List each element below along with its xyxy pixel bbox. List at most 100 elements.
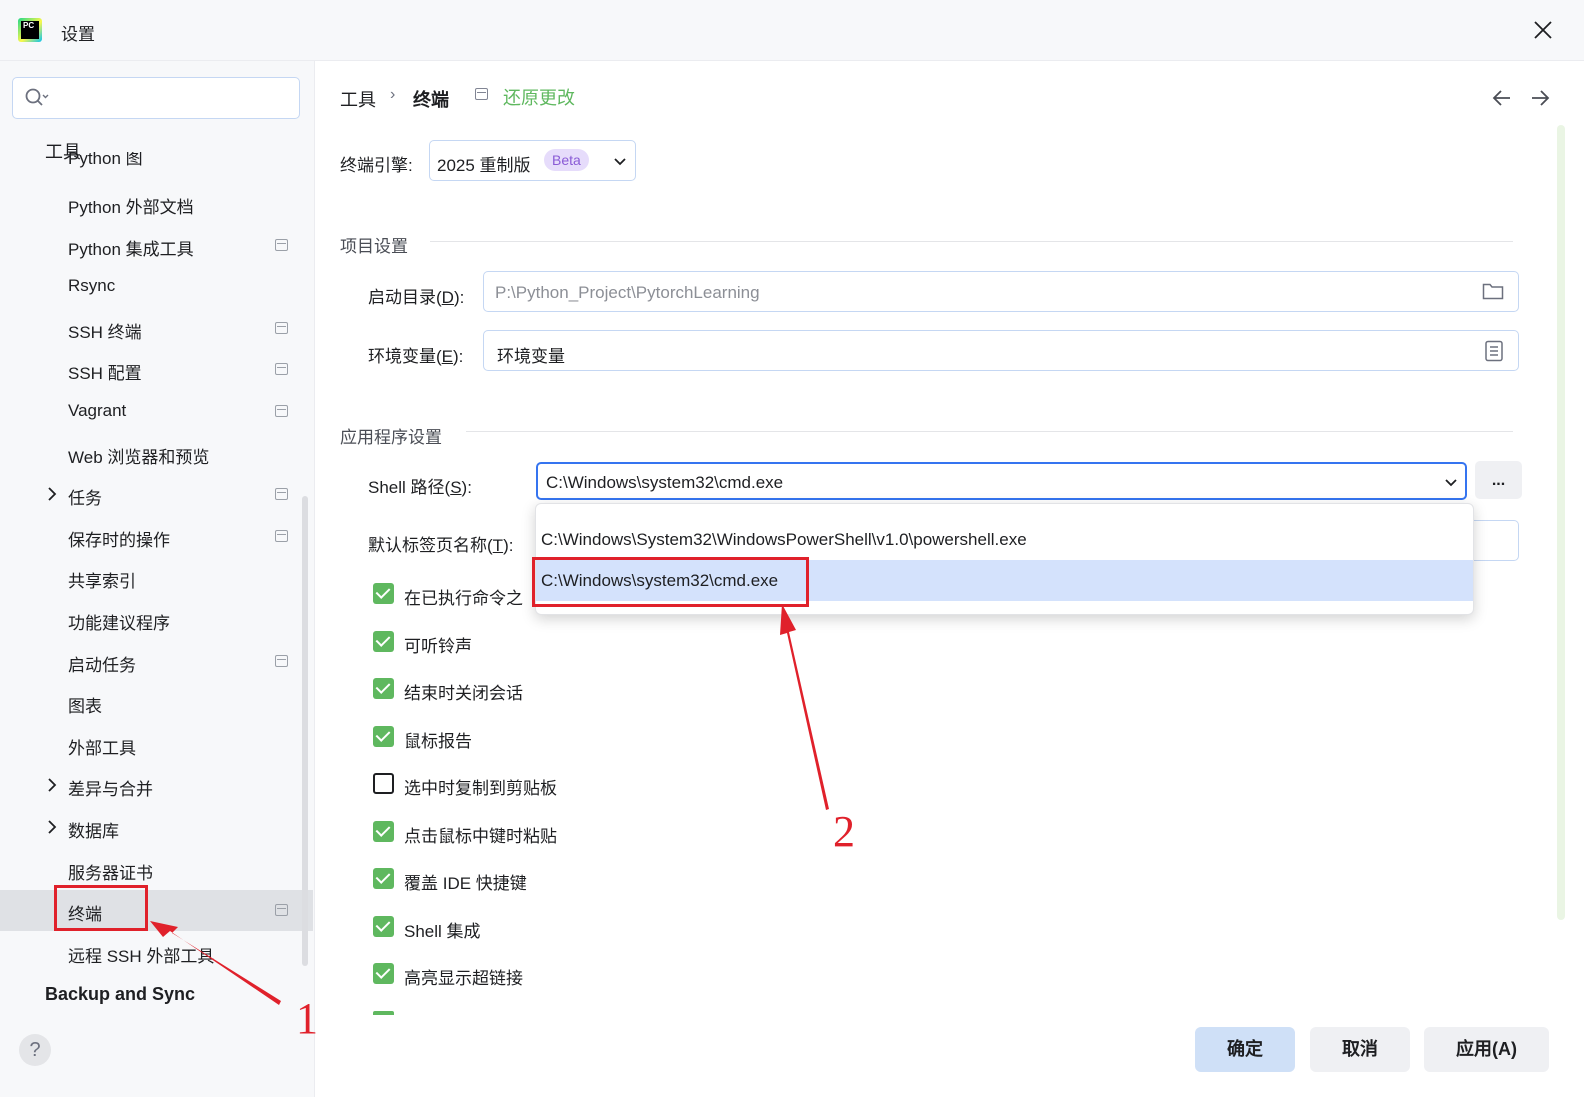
option-checkbox-label[interactable]: 覆盖 IDE 快捷键 [404,869,527,894]
sidebar-item-database[interactable]: 数据库 [0,807,313,848]
env-vars-field[interactable] [483,330,1519,371]
option-checkbox[interactable] [373,916,394,937]
sidebar-item-tasks[interactable]: 任务 [0,474,313,515]
sidebar-item-diagrams[interactable]: 图表 [0,682,313,723]
sidebar-item-label: Vagrant [68,401,127,420]
sidebar-item-server-certificates[interactable]: 服务器证书 [0,849,313,890]
option-checkbox-label[interactable]: 选中时复制到剪贴板 [404,774,557,799]
project-level-icon [275,322,288,334]
breadcrumb-terminal: 终端 [413,90,449,110]
option-checkbox-label[interactable]: 高亮显示超链接 [404,964,523,989]
breadcrumb-tools[interactable]: 工具 [340,86,376,112]
sidebar-scrollbar[interactable] [302,496,308,966]
ok-button[interactable]: 确定 [1195,1027,1295,1072]
folder-icon[interactable] [1482,281,1504,306]
window-title: 设置 [61,25,95,44]
search-icon [24,86,50,108]
sidebar-item-remote-ssh-tools[interactable]: 远程 SSH 外部工具 [0,932,313,973]
option-checkbox[interactable] [373,631,394,652]
sidebar-item-label: SSH 终端 [68,323,142,342]
sidebar-item-startup-tasks[interactable]: 启动任务 [0,641,313,682]
sidebar-item-web-browsers[interactable]: Web 浏览器和预览 [0,433,313,474]
sidebar-item-label: Python 图 [68,152,143,168]
close-icon [1534,21,1552,39]
terminal-engine-value: 2025 重制版 [437,156,531,175]
sidebar-item-feature-suggester[interactable]: 功能建议程序 [0,599,313,640]
sidebar-item-ssh-configs[interactable]: SSH 配置 [0,349,313,390]
sidebar-item-label: SSH 配置 [68,364,142,383]
annotation-number-2: 2 [833,807,855,856]
browse-shell-button[interactable]: ... [1475,461,1522,499]
document-icon[interactable] [1484,340,1504,367]
sidebar-item-actions-on-save[interactable]: 保存时的操作 [0,516,313,557]
option-checkbox[interactable] [373,963,394,984]
sidebar-item-vagrant[interactable]: Vagrant [0,391,313,432]
chevron-right-icon[interactable] [44,777,60,793]
sidebar-item-external-tools[interactable]: 外部工具 [0,724,313,765]
option-checkbox[interactable] [373,773,394,794]
option-checkbox-label[interactable]: 可听铃声 [404,632,472,657]
option-checkbox-label[interactable]: 在已执行命令之 [404,584,523,609]
sidebar-item-label: 共享索引 [68,572,136,591]
dropdown-option-powershell[interactable]: C:\Windows\System32\WindowsPowerShell\v1… [536,519,1473,560]
sidebar-item-label: Rsync [68,276,116,295]
section-divider [466,431,1513,432]
content-scrollbar[interactable] [1557,125,1565,920]
section-divider [430,241,1513,242]
sidebar-item-label: 功能建议程序 [68,614,170,633]
option-label: C:\Windows\System32\WindowsPowerShell\v1… [541,530,1027,549]
project-level-icon [275,655,288,667]
sidebar-item-label: 任务 [68,489,102,508]
sidebar-item-label: 数据库 [68,822,119,841]
option-checkbox-label[interactable]: 鼠标报告 [404,727,472,752]
chevron-right-icon[interactable] [44,486,60,502]
project-level-icon [275,904,288,916]
option-checkbox-label[interactable]: 结束时关闭会话 [404,679,523,704]
pycharm-logo-icon: PC [18,18,42,42]
project-level-icon [275,239,288,251]
modified-indicator-icon [475,88,488,100]
shell-path-value: C:\Windows\system32\cmd.exe [546,473,784,492]
annotation-box-terminal [54,885,148,931]
sidebar-item-label: 保存时的操作 [68,531,170,550]
checkbox-partial[interactable] [373,1011,394,1015]
chevron-right-icon[interactable] [44,819,60,835]
option-checkbox[interactable] [373,726,394,747]
project-level-icon [275,530,288,542]
breadcrumb-separator: › [390,86,396,103]
sidebar-item-label: 外部工具 [68,739,136,758]
sidebar-item-python-docs[interactable]: Python 外部文档 [0,183,313,224]
sidebar-item-label: Python 外部文档 [68,198,194,217]
sidebar-item-terminal[interactable]: 终端 [0,890,313,931]
env-vars-value: 环境变量 [497,347,565,366]
option-checkbox[interactable] [373,821,394,842]
option-checkbox-label[interactable]: 点击鼠标中键时粘贴 [404,822,557,847]
option-checkbox[interactable] [373,868,394,889]
sidebar-item-diff-merge[interactable]: 差异与合并 [0,765,313,806]
help-button[interactable]: ? [19,1034,51,1066]
option-checkbox-label[interactable]: Shell 集成 [404,917,481,942]
option-checkbox[interactable] [373,583,394,604]
option-checkbox[interactable] [373,678,394,699]
close-button[interactable] [1528,15,1558,45]
chevron-down-icon [612,153,628,169]
sidebar-item-shared-indexes[interactable]: 共享索引 [0,557,313,598]
tab-name-label: 默认标签页名称(T): [368,536,514,555]
sidebar-item-python-integrated-tools[interactable]: Python 集成工具 [0,225,313,266]
sidebar-item-partial[interactable]: Python 图 [68,152,268,172]
project-settings-title: 项目设置 [340,237,408,256]
cancel-button[interactable]: 取消 [1310,1027,1410,1072]
title-bar [0,0,1584,61]
chevron-down-icon[interactable] [1443,474,1459,490]
apply-button[interactable]: 应用(A) [1424,1027,1549,1072]
forward-arrow-icon[interactable] [1528,86,1552,110]
sidebar-item-ssh-terminal[interactable]: SSH 终端 [0,308,313,349]
beta-badge: Beta [544,149,589,171]
sidebar-item-label: Web 浏览器和预览 [68,448,210,467]
settings-search-input[interactable] [12,77,300,119]
back-arrow-icon[interactable] [1490,86,1514,110]
sidebar-item-rsync[interactable]: Rsync [0,266,313,307]
revert-changes-link[interactable]: 还原更改 [503,84,575,110]
annotation-number-1: 1 [296,994,318,1043]
sidebar-section-backup-sync[interactable]: Backup and Sync [45,984,195,1005]
